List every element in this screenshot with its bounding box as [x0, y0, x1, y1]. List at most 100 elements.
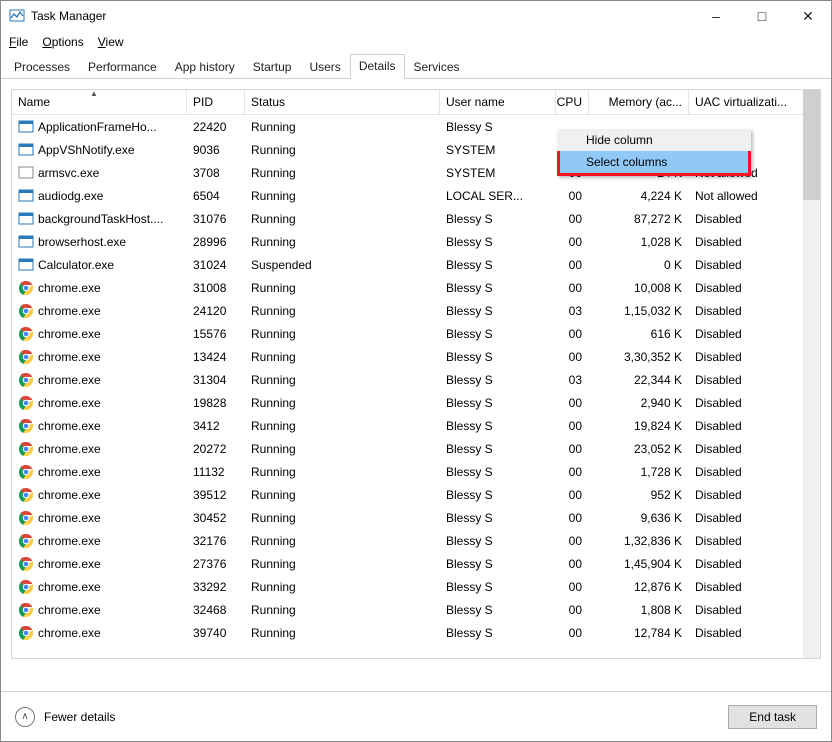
chrome-icon: [18, 510, 34, 526]
process-mem: 952 K: [589, 483, 689, 506]
win-icon: [18, 119, 34, 135]
process-uac: Disabled: [689, 391, 807, 414]
table-row[interactable]: chrome.exe30452RunningBlessy S009,636 KD…: [12, 506, 820, 529]
tab-performance[interactable]: Performance: [79, 55, 166, 79]
col-uac[interactable]: UAC virtualizati...: [689, 90, 807, 114]
table-row[interactable]: chrome.exe33292RunningBlessy S0012,876 K…: [12, 575, 820, 598]
tab-details[interactable]: Details: [350, 54, 405, 79]
process-uac: Disabled: [689, 621, 807, 644]
ctx-hide-column[interactable]: Hide column: [557, 129, 751, 151]
ctx-select-columns[interactable]: Select columns: [560, 151, 748, 173]
table-row[interactable]: backgroundTaskHost....31076RunningBlessy…: [12, 207, 820, 230]
scrollbar[interactable]: [803, 90, 820, 658]
process-uac: Disabled: [689, 483, 807, 506]
process-user: Blessy S: [440, 414, 556, 437]
chrome-icon: [18, 303, 34, 319]
process-user: Blessy S: [440, 345, 556, 368]
process-name: chrome.exe: [38, 626, 101, 640]
scrollbar-thumb[interactable]: [803, 90, 820, 200]
process-name: chrome.exe: [38, 327, 101, 341]
menu-options[interactable]: Options: [42, 35, 83, 49]
process-name: chrome.exe: [38, 534, 101, 548]
table-row[interactable]: chrome.exe24120RunningBlessy S031,15,032…: [12, 299, 820, 322]
process-user: Blessy S: [440, 529, 556, 552]
tab-processes[interactable]: Processes: [5, 55, 79, 79]
process-name: chrome.exe: [38, 465, 101, 479]
col-cpu[interactable]: CPU: [556, 90, 589, 114]
process-name: chrome.exe: [38, 373, 101, 387]
process-pid: 39512: [187, 483, 245, 506]
table-row[interactable]: browserhost.exe28996RunningBlessy S001,0…: [12, 230, 820, 253]
process-status: Running: [245, 138, 440, 161]
table-row[interactable]: chrome.exe3412RunningBlessy S0019,824 KD…: [12, 414, 820, 437]
menu-file[interactable]: File: [9, 35, 28, 49]
table-row[interactable]: Calculator.exe31024SuspendedBlessy S000 …: [12, 253, 820, 276]
minimize-button[interactable]: –: [693, 1, 739, 31]
col-user[interactable]: User name: [440, 90, 556, 114]
chrome-icon: [18, 625, 34, 641]
table-row[interactable]: audiodg.exe6504RunningLOCAL SER...004,22…: [12, 184, 820, 207]
table-row[interactable]: chrome.exe31008RunningBlessy S0010,008 K…: [12, 276, 820, 299]
tab-services[interactable]: Services: [405, 55, 469, 79]
table-row[interactable]: chrome.exe27376RunningBlessy S001,45,904…: [12, 552, 820, 575]
process-mem: 1,32,836 K: [589, 529, 689, 552]
process-user: SYSTEM: [440, 138, 556, 161]
process-user: Blessy S: [440, 621, 556, 644]
end-task-button[interactable]: End task: [728, 705, 817, 729]
process-name: browserhost.exe: [38, 235, 126, 249]
table-row[interactable]: chrome.exe20272RunningBlessy S0023,052 K…: [12, 437, 820, 460]
process-name: chrome.exe: [38, 304, 101, 318]
process-status: Running: [245, 437, 440, 460]
process-status: Running: [245, 529, 440, 552]
process-mem: 12,784 K: [589, 621, 689, 644]
col-pid[interactable]: PID: [187, 90, 245, 114]
process-user: Blessy S: [440, 253, 556, 276]
menu-view[interactable]: View: [98, 35, 124, 49]
table-row[interactable]: chrome.exe13424RunningBlessy S003,30,352…: [12, 345, 820, 368]
process-user: LOCAL SER...: [440, 184, 556, 207]
process-status: Running: [245, 391, 440, 414]
process-name: Calculator.exe: [38, 258, 114, 272]
table-row[interactable]: chrome.exe39740RunningBlessy S0012,784 K…: [12, 621, 820, 644]
chrome-icon: [18, 326, 34, 342]
fewer-details-button[interactable]: ∧ Fewer details: [15, 707, 115, 727]
process-name: chrome.exe: [38, 350, 101, 364]
tab-app-history[interactable]: App history: [166, 55, 244, 79]
tab-users[interactable]: Users: [300, 55, 349, 79]
process-cpu: 03: [556, 368, 589, 391]
col-status[interactable]: Status: [245, 90, 440, 114]
close-button[interactable]: ✕: [785, 1, 831, 31]
process-name: chrome.exe: [38, 511, 101, 525]
process-uac: Disabled: [689, 552, 807, 575]
process-cpu: 00: [556, 506, 589, 529]
process-user: Blessy S: [440, 552, 556, 575]
process-cpu: 00: [556, 322, 589, 345]
process-mem: 12,876 K: [589, 575, 689, 598]
process-user: Blessy S: [440, 506, 556, 529]
col-mem[interactable]: Memory (ac...: [589, 90, 689, 114]
process-uac: Disabled: [689, 598, 807, 621]
col-name[interactable]: Name▲: [12, 90, 187, 114]
process-mem: 19,824 K: [589, 414, 689, 437]
tab-startup[interactable]: Startup: [244, 55, 301, 79]
process-pid: 3708: [187, 161, 245, 184]
win-icon: [18, 234, 34, 250]
table-row[interactable]: chrome.exe31304RunningBlessy S0322,344 K…: [12, 368, 820, 391]
table-row[interactable]: chrome.exe19828RunningBlessy S002,940 KD…: [12, 391, 820, 414]
process-pid: 33292: [187, 575, 245, 598]
process-name: chrome.exe: [38, 442, 101, 456]
table-row[interactable]: chrome.exe15576RunningBlessy S00616 KDis…: [12, 322, 820, 345]
process-uac: Disabled: [689, 368, 807, 391]
maximize-button[interactable]: □: [739, 1, 785, 31]
table-row[interactable]: chrome.exe32176RunningBlessy S001,32,836…: [12, 529, 820, 552]
process-cpu: 00: [556, 414, 589, 437]
table-row[interactable]: chrome.exe39512RunningBlessy S00952 KDis…: [12, 483, 820, 506]
process-status: Running: [245, 552, 440, 575]
process-pid: 24120: [187, 299, 245, 322]
process-mem: 1,808 K: [589, 598, 689, 621]
process-status: Running: [245, 598, 440, 621]
process-mem: 10,008 K: [589, 276, 689, 299]
table-row[interactable]: chrome.exe32468RunningBlessy S001,808 KD…: [12, 598, 820, 621]
process-cpu: 00: [556, 575, 589, 598]
table-row[interactable]: chrome.exe11132RunningBlessy S001,728 KD…: [12, 460, 820, 483]
